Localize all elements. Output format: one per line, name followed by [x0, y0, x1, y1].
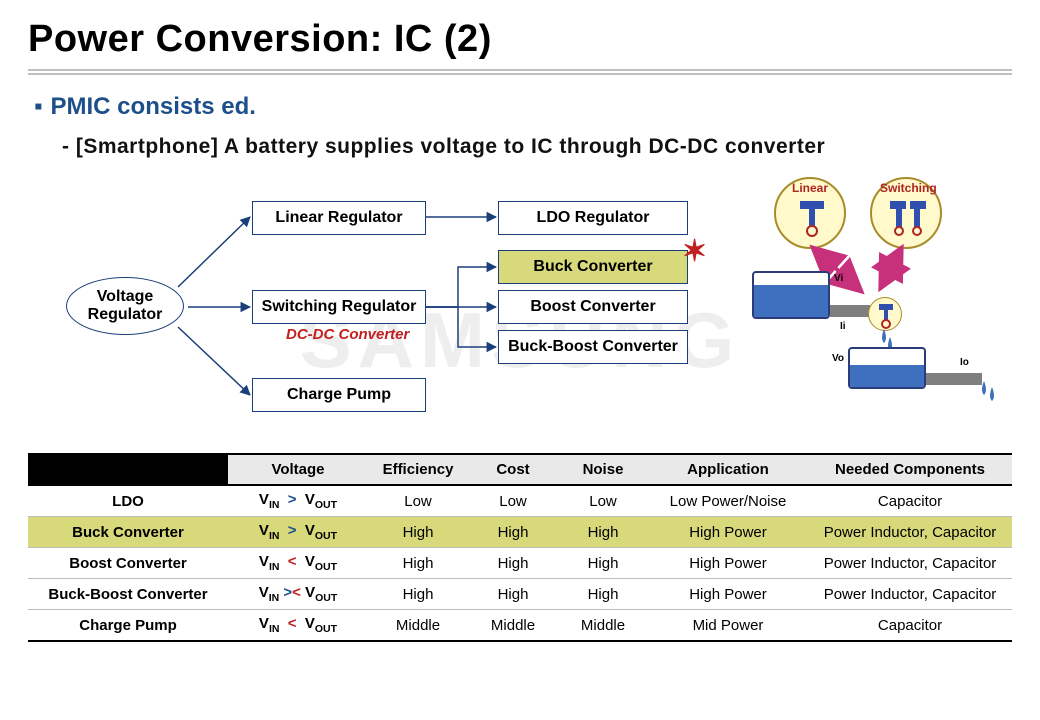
cell-noise: High	[558, 579, 648, 610]
tank-lower	[848, 347, 926, 389]
cell-application: High Power	[648, 579, 808, 610]
node-ldo-regulator: LDO Regulator	[498, 201, 688, 235]
cell-efficiency: High	[368, 548, 468, 579]
cell-voltage: VIN > VOUT	[228, 517, 368, 548]
cell-efficiency: Middle	[368, 610, 468, 642]
cell-noise: Middle	[558, 610, 648, 642]
cell-application: Low Power/Noise	[648, 485, 808, 517]
pipe-upper	[830, 305, 870, 317]
node-charge-pump: Charge Pump	[252, 378, 426, 412]
cell-name: Charge Pump	[28, 610, 228, 642]
cell-name: Boost Converter	[28, 548, 228, 579]
tank-upper	[752, 271, 830, 319]
cell-efficiency: Low	[368, 485, 468, 517]
cell-efficiency: High	[368, 517, 468, 548]
cell-voltage: VIN > VOUT	[228, 485, 368, 517]
cell-cost: High	[468, 548, 558, 579]
th-voltage: Voltage	[228, 454, 368, 485]
node-buck-boost-converter: Buck-Boost Converter	[498, 330, 688, 364]
label-vi: Vi	[834, 273, 843, 284]
label-ii: Ii	[840, 321, 846, 332]
cell-cost: High	[468, 579, 558, 610]
cell-efficiency: High	[368, 579, 468, 610]
cell-components: Power Inductor, Capacitor	[808, 548, 1012, 579]
table-row: Boost ConverterVIN < VOUTHighHighHighHig…	[28, 548, 1012, 579]
cell-cost: Low	[468, 485, 558, 517]
cell-components: Capacitor	[808, 485, 1012, 517]
cell-name: LDO	[28, 485, 228, 517]
table-row: LDOVIN > VOUTLowLowLowLow Power/NoiseCap…	[28, 485, 1012, 517]
th-components: Needed Components	[808, 454, 1012, 485]
label-vo: Vo	[832, 353, 844, 364]
th-noise: Noise	[558, 454, 648, 485]
cell-name: Buck-Boost Converter	[28, 579, 228, 610]
cell-components: Capacitor	[808, 610, 1012, 642]
drip2-icon	[978, 381, 1002, 409]
node-voltage-regulator: Voltage Regulator	[66, 277, 184, 335]
cell-application: High Power	[648, 548, 808, 579]
star-icon: ✶	[682, 237, 707, 267]
cell-voltage: VIN < VOUT	[228, 610, 368, 642]
slide: Power Conversion: IC (2) ▪ PMIC consists …	[0, 0, 1040, 720]
cell-components: Power Inductor, Capacitor	[808, 517, 1012, 548]
th-cost: Cost	[468, 454, 558, 485]
illustration: Linear Switching Vi Ii	[752, 177, 1012, 397]
th-blank	[28, 454, 228, 485]
table-row: Buck ConverterVIN > VOUTHighHighHighHigh…	[28, 517, 1012, 548]
cell-cost: Middle	[468, 610, 558, 642]
note-dcdc: DC-DC Converter	[286, 326, 409, 343]
table-head: Voltage Efficiency Cost Noise Applicatio…	[28, 454, 1012, 485]
table-row: Buck-Boost ConverterVIN >< VOUTHighHighH…	[28, 579, 1012, 610]
cell-voltage: VIN < VOUT	[228, 548, 368, 579]
table-row: Charge PumpVIN < VOUTMiddleMiddleMiddleM…	[28, 610, 1012, 642]
node-linear-regulator: Linear Regulator	[252, 201, 426, 235]
diagram: SAMSUNG Voltage Regulator Linear Regulat…	[28, 177, 1012, 447]
cell-voltage: VIN >< VOUT	[228, 579, 368, 610]
comparison-table: Voltage Efficiency Cost Noise Applicatio…	[28, 453, 1012, 642]
node-switching-regulator: Switching Regulator	[252, 290, 426, 324]
title-divider	[28, 69, 1012, 75]
pipe-lower	[926, 373, 982, 385]
cell-application: High Power	[648, 517, 808, 548]
label-io: Io	[960, 357, 969, 368]
table-body: LDOVIN > VOUTLowLowLowLow Power/NoiseCap…	[28, 485, 1012, 641]
cell-components: Power Inductor, Capacitor	[808, 579, 1012, 610]
cell-name: Buck Converter	[28, 517, 228, 548]
valve-icon	[868, 297, 902, 331]
bullet-level1: ▪ PMIC consists ed.	[34, 93, 1012, 121]
cell-noise: High	[558, 517, 648, 548]
th-efficiency: Efficiency	[368, 454, 468, 485]
cell-noise: Low	[558, 485, 648, 517]
cell-application: Mid Power	[648, 610, 808, 642]
bullet-level1-text: PMIC consists ed.	[51, 93, 256, 120]
bullet-level2: - [Smartphone] A battery supplies voltag…	[62, 135, 1012, 159]
cell-noise: High	[558, 548, 648, 579]
node-boost-converter: Boost Converter	[498, 290, 688, 324]
th-application: Application	[648, 454, 808, 485]
page-title: Power Conversion: IC (2)	[28, 18, 1012, 61]
node-buck-converter: Buck Converter	[498, 250, 688, 284]
bullet-square-icon: ▪	[34, 93, 43, 120]
cell-cost: High	[468, 517, 558, 548]
